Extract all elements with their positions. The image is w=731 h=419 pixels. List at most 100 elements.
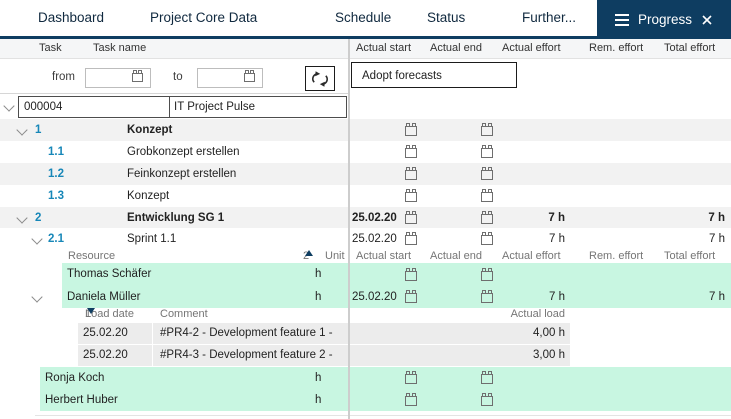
task-number[interactable]: 2.1 <box>48 228 64 250</box>
col-actual-start[interactable]: Actual start <box>356 39 411 58</box>
col-rem-effort[interactable]: Rem. effort <box>589 39 643 58</box>
task-number[interactable]: 1.2 <box>48 163 64 185</box>
chevron-down-icon[interactable] <box>16 124 27 135</box>
task-name[interactable]: Sprint 1.1 <box>127 228 176 250</box>
task-row[interactable]: 1 Konzept <box>0 119 731 141</box>
calendar-icon[interactable] <box>405 235 417 245</box>
chevron-down-icon[interactable] <box>31 233 42 244</box>
task-number[interactable]: 1 <box>35 119 41 141</box>
calendar-icon[interactable] <box>405 214 417 224</box>
task-row[interactable]: 2 Entwicklung SG 1 25.02.20 7 h 7 h <box>0 207 731 228</box>
task-row[interactable]: 2.1 Sprint 1.1 25.02.20 7 h 7 h <box>0 228 731 250</box>
resource-name[interactable]: Thomas Schäfer <box>67 263 151 285</box>
task-name[interactable]: Konzept <box>127 185 169 207</box>
refresh-button[interactable] <box>305 66 335 91</box>
col-actual-load[interactable]: Actual load <box>460 308 565 320</box>
project-row[interactable]: 000004 IT Project Pulse <box>0 95 731 119</box>
task-row[interactable]: 1.2 Feinkonzept erstellen <box>0 163 731 185</box>
tab-dashboard[interactable]: Dashboard <box>38 0 104 36</box>
calendar-icon[interactable] <box>405 271 417 281</box>
tab-progress-active[interactable]: Progress <box>597 0 731 39</box>
calendar-icon[interactable] <box>481 192 493 202</box>
calendar-icon[interactable] <box>405 170 417 180</box>
unit-value: h <box>315 367 321 389</box>
resource-name[interactable]: Ronja Koch <box>45 367 104 389</box>
to-date-input[interactable] <box>197 68 263 88</box>
resource-row[interactable]: Daniela Müller h 25.02.20 7 h 7 h <box>0 286 731 308</box>
divider <box>169 97 170 117</box>
calendar-icon[interactable] <box>132 73 143 82</box>
calendar-icon[interactable] <box>481 396 493 406</box>
task-name[interactable]: Feinkonzept erstellen <box>127 163 236 185</box>
col-comment[interactable]: Comment <box>160 308 208 320</box>
tab-status[interactable]: Status <box>427 0 465 36</box>
load-value: 3,00 h <box>533 345 565 366</box>
project-name-field[interactable]: IT Project Pulse <box>174 97 255 117</box>
tab-schedule[interactable]: Schedule <box>335 0 391 36</box>
col-total-effort[interactable]: Total effort <box>664 250 715 262</box>
project-edit-box[interactable]: 000004 IT Project Pulse <box>18 96 347 118</box>
task-row[interactable]: 1.3 Konzept <box>0 185 731 207</box>
resource-name[interactable]: Daniela Müller <box>67 286 141 308</box>
task-name[interactable]: Entwicklung SG 1 <box>127 207 224 229</box>
load-row[interactable]: 25.02.20 #PR4-2 - Development feature 1 … <box>0 323 731 344</box>
pane-splitter[interactable] <box>348 39 350 419</box>
menu-icon[interactable] <box>615 14 629 26</box>
task-number[interactable]: 1.3 <box>48 185 64 207</box>
task-name[interactable]: Konzept <box>127 119 172 141</box>
tab-project-core-data[interactable]: Project Core Data <box>150 0 257 36</box>
calendar-icon[interactable] <box>481 170 493 180</box>
resource-row[interactable]: Thomas Schäfer h <box>0 263 731 286</box>
tab-further[interactable]: Further... <box>522 0 576 36</box>
load-comment: #PR4-3 - Development feature 2 - <box>160 345 333 366</box>
col-actual-effort[interactable]: Actual effort <box>502 39 561 58</box>
project-number-field[interactable]: 000004 <box>24 97 62 117</box>
load-row[interactable]: 25.02.20 #PR4-3 - Development feature 2 … <box>0 345 731 366</box>
col-total-effort[interactable]: Total effort <box>664 39 715 58</box>
calendar-icon[interactable] <box>481 374 493 384</box>
divider <box>0 93 348 94</box>
resource-row[interactable]: Ronja Koch h <box>0 367 731 389</box>
calendar-icon[interactable] <box>405 126 417 136</box>
task-name[interactable]: Grobkonzept erstellen <box>127 141 240 163</box>
calendar-icon[interactable] <box>405 374 417 384</box>
unit-value: h <box>315 286 321 308</box>
row-highlight <box>62 263 731 286</box>
col-rem-effort[interactable]: Rem. effort <box>589 250 643 262</box>
sort-asc-icon <box>305 250 313 256</box>
col-task[interactable]: Task <box>39 39 62 58</box>
load-header-row: Load date 1 Comment Actual load <box>0 308 731 323</box>
col-actual-start[interactable]: Actual start <box>356 250 411 262</box>
adopt-forecasts-button[interactable]: Adopt forecasts <box>351 62 517 88</box>
row-highlight <box>40 367 731 389</box>
calendar-icon[interactable] <box>405 396 417 406</box>
actual-effort-value: 7 h <box>480 207 565 229</box>
resource-row[interactable]: Herbert Huber h <box>0 389 731 411</box>
calendar-icon[interactable] <box>405 293 417 303</box>
close-icon[interactable] <box>701 14 713 26</box>
calendar-icon[interactable] <box>481 126 493 136</box>
col-actual-effort[interactable]: Actual effort <box>502 250 561 262</box>
actual-start-value: 25.02.20 <box>352 228 402 250</box>
chevron-down-icon[interactable] <box>3 100 14 111</box>
col-actual-end[interactable]: Actual end <box>430 250 482 262</box>
load-value: 4,00 h <box>533 323 565 344</box>
total-effort-value: 7 h <box>640 228 725 250</box>
calendar-icon[interactable] <box>481 148 493 158</box>
calendar-icon[interactable] <box>405 192 417 202</box>
chevron-down-icon[interactable] <box>31 291 42 302</box>
divider <box>35 415 731 416</box>
calendar-icon[interactable] <box>405 148 417 158</box>
calendar-icon[interactable] <box>244 73 255 82</box>
from-date-input[interactable] <box>85 68 151 88</box>
col-resource[interactable]: Resource <box>68 250 115 262</box>
task-number[interactable]: 2 <box>35 207 41 229</box>
resource-name[interactable]: Herbert Huber <box>45 389 118 411</box>
col-unit[interactable]: Unit <box>325 250 345 262</box>
task-row[interactable]: 1.1 Grobkonzept erstellen <box>0 141 731 163</box>
task-number[interactable]: 1.1 <box>48 141 64 163</box>
calendar-icon[interactable] <box>481 271 493 281</box>
chevron-down-icon[interactable] <box>16 212 27 223</box>
col-task-name[interactable]: Task name <box>93 39 146 58</box>
col-actual-end[interactable]: Actual end <box>430 39 482 58</box>
